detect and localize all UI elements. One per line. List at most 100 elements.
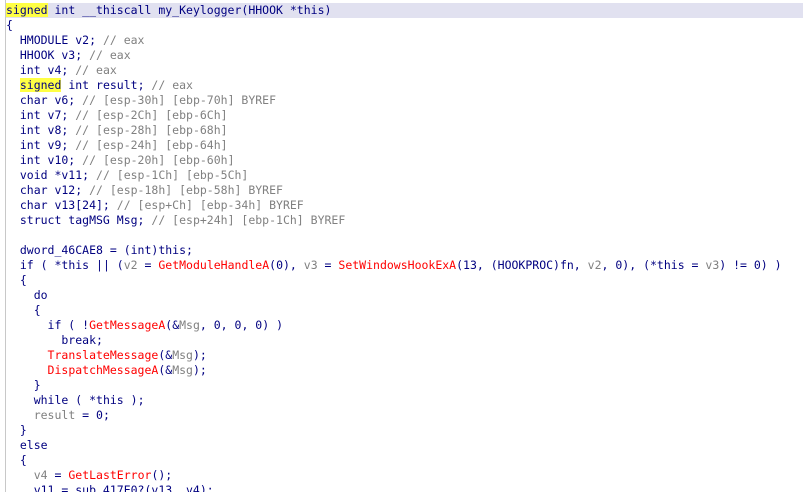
code-line[interactable]: if ( *this || (v2 = GetModuleHandleA(0),… [6,258,803,273]
code-line[interactable]: { [6,303,803,318]
code-line[interactable]: void *v11; // [esp-1Ch] [ebp-5Ch] [6,168,803,183]
code-token: else [6,438,48,452]
code-token: v2 [123,258,138,272]
code-token: break; [6,333,103,347]
code-line[interactable] [6,228,803,243]
code-token: Msg [179,318,200,332]
code-token: // [esp-24h] [ebp-64h] [75,138,228,152]
code-line[interactable]: else [6,438,803,453]
code-token: Msg [172,348,193,362]
code-token: void *v11; [6,168,97,182]
code-token: char v6; [6,93,83,107]
code-token: = [47,468,69,482]
code-token: int v4; [6,63,76,77]
code-token: ) != 0) ) [719,258,782,272]
code-token: v2 [587,258,602,272]
code-token: HMODULE v2; [6,33,103,47]
code-token: int result; [61,78,152,92]
code-line[interactable]: struct tagMSG Msg; // [esp+24h] [ebp-1Ch… [6,213,803,228]
code-token: GetModuleHandleA [158,258,270,272]
code-token: = [137,258,159,272]
code-line[interactable]: HMODULE v2; // eax [6,33,803,48]
code-token: { [6,18,13,32]
code-line[interactable]: { [6,273,803,288]
code-line[interactable]: do [6,288,803,303]
code-token: (); [151,468,173,482]
code-token: , 0), (*this = [601,258,706,272]
code-token: int __thiscall my_Keylogger(HHOOK *this) [47,3,332,17]
code-token: // eax [75,63,117,77]
code-token: GetMessageA [89,318,166,332]
code-line[interactable]: { [6,18,803,33]
code-token: v4 [33,468,48,482]
code-line[interactable]: int v10; // [esp-20h] [ebp-60h] [6,153,803,168]
code-line[interactable]: result = 0; [6,408,803,423]
code-token: if ( ! [6,318,90,332]
code-line[interactable]: } [6,378,803,393]
code-token: { [6,303,41,317]
code-token: = 0; [75,408,110,422]
code-token: do [6,288,48,302]
code-token: // [esp-18h] [ebp-58h] BYREF [89,183,283,197]
code-token: ); [123,393,145,407]
code-token: int v8; [6,123,76,137]
code-line[interactable]: while ( *this ); [6,393,803,408]
code-token: char v12; [6,183,90,197]
code-token: } [6,378,41,392]
code-line[interactable]: int v7; // [esp-2Ch] [ebp-6Ch] [6,108,803,123]
code-line[interactable]: v11 = sub_417E0?(v13, v4); [6,483,803,492]
code-token: ); [192,363,207,377]
code-token: if ( [6,258,55,272]
code-token: = [317,258,339,272]
code-token: *this [54,258,90,272]
code-line[interactable]: DispatchMessageA(&Msg); [6,363,803,378]
pseudocode-listing[interactable]: signed int __thiscall my_Keylogger(HHOOK… [6,3,803,492]
code-token: // [esp-28h] [ebp-68h] [75,123,228,137]
code-line[interactable]: int v4; // eax [6,63,803,78]
code-line[interactable]: HHOOK v3; // eax [6,48,803,63]
code-line[interactable]: int v9; // [esp-24h] [ebp-64h] [6,138,803,153]
code-token: while ( [6,393,90,407]
code-token: // [esp-30h] [ebp-70h] BYREF [82,93,277,107]
code-line[interactable]: { [6,453,803,468]
code-token: // [esp-1Ch] [ebp-5Ch] [96,168,249,182]
code-token: signed [19,78,62,92]
code-token: *this [89,393,124,407]
code-line[interactable]: char v6; // [esp-30h] [ebp-70h] BYREF [6,93,803,108]
code-token: dword_46CAE8 = (int)this; [6,243,193,257]
code-token: (& [165,318,180,332]
code-line[interactable]: TranslateMessage(&Msg); [6,348,803,363]
code-line[interactable]: int v8; // [esp-28h] [ebp-68h] [6,123,803,138]
code-token: ); [192,348,207,362]
code-line[interactable]: v4 = GetLastError(); [6,468,803,483]
code-token: { [6,273,27,287]
code-line[interactable]: char v12; // [esp-18h] [ebp-58h] BYREF [6,183,803,198]
code-token: DispatchMessageA [47,363,159,377]
code-token: TranslateMessage [47,348,159,362]
code-token: HHOOK v3; [6,48,90,62]
code-token: int v9; [6,138,76,152]
code-token: || ( [89,258,124,272]
code-token: v3 [705,258,720,272]
code-token: int v7; [6,108,76,122]
code-token: // eax [102,33,145,47]
code-token: } [6,423,27,437]
code-token: , 0, 0, 0) ) [199,318,283,332]
code-token: int v10; [6,153,83,167]
code-line[interactable]: dword_46CAE8 = (int)this; [6,243,803,258]
code-line[interactable]: if ( !GetMessageA(&Msg, 0, 0, 0) ) [6,318,803,333]
pseudocode-view[interactable]: signed int __thiscall my_Keylogger(HHOOK… [0,0,803,492]
code-token: v3 [303,258,318,272]
code-token: result [33,408,76,422]
code-token: // [esp-20h] [ebp-60h] [82,153,235,167]
code-line[interactable]: break; [6,333,803,348]
code-line[interactable]: char v13[24]; // [esp+Ch] [ebp-34h] BYRE… [6,198,803,213]
code-line[interactable]: signed int result; // eax [6,78,803,93]
code-line[interactable]: signed int __thiscall my_Keylogger(HHOOK… [6,3,803,18]
code-line[interactable]: } [6,423,803,438]
